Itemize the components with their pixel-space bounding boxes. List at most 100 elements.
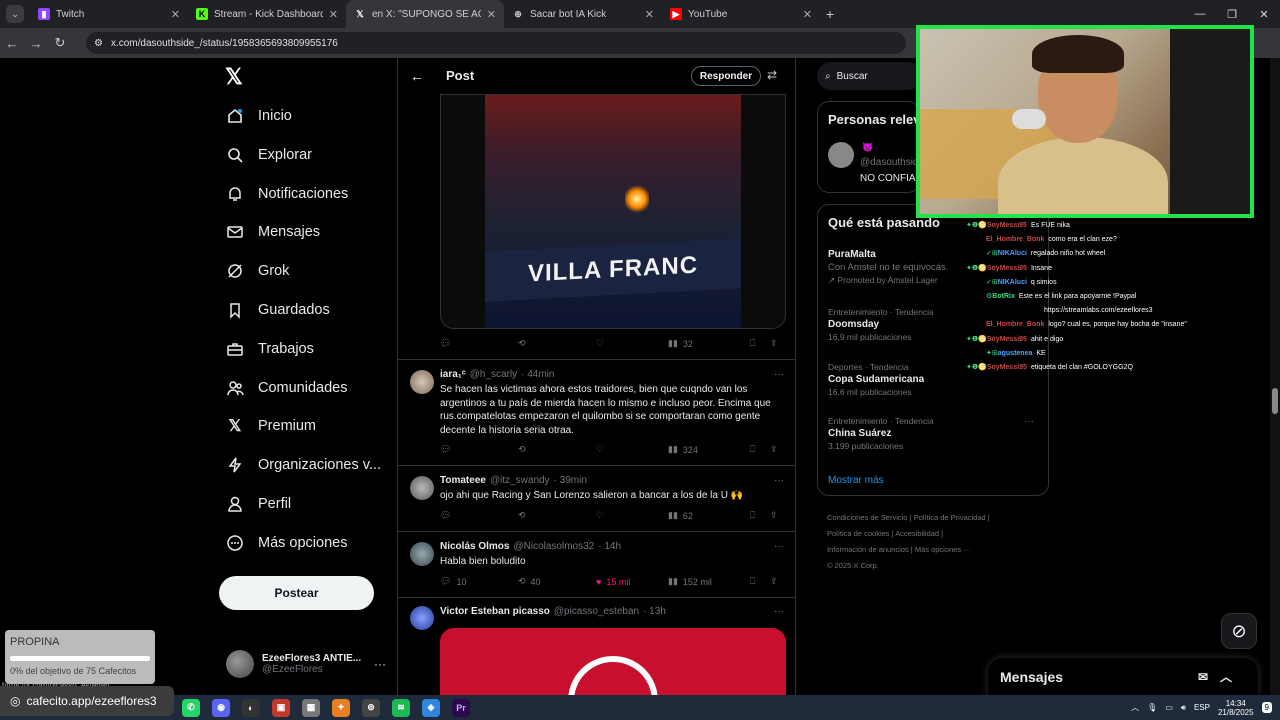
like-action[interactable]: ♡ [596, 338, 668, 349]
filter-icon[interactable]: ⇄ [767, 68, 777, 82]
share-icon[interactable]: ⇪ [770, 338, 778, 349]
show-more-link[interactable]: Mostrar más [828, 475, 884, 486]
url-field[interactable]: ⚙ x.com/dasouthside_/status/195836569380… [86, 32, 906, 54]
nav-item-comunidades[interactable]: Comunidades [226, 375, 347, 401]
notification-badge[interactable]: 9 [1261, 702, 1272, 713]
share-icon[interactable]: ⇪ [770, 444, 778, 455]
bookmark-icon[interactable]: ⎕ [750, 510, 770, 521]
nav-item-guardados[interactable]: Guardados [226, 297, 330, 323]
bookmark-icon[interactable]: ⎕ [750, 576, 770, 587]
compose-and-collapse-icons[interactable]: ✉︎︿ [1198, 668, 1244, 685]
close-icon[interactable]: ✕ [487, 8, 496, 21]
nav-item-inicio[interactable]: Inicio [226, 103, 292, 129]
nav-item-notificaciones[interactable]: Notificaciones [226, 181, 348, 207]
close-window-icon[interactable]: ✕ [1248, 8, 1280, 21]
tab-x-post[interactable]: 𝕏 en X: "SUPONGO SE ACABÓ ✕ [346, 0, 504, 28]
reply-action[interactable]: 💬︎ [440, 444, 518, 455]
account-switcher[interactable]: EzeeFlores3 ANTIE... @EzeeFlores ··· [226, 648, 386, 680]
spotify-icon[interactable]: ≋ [392, 698, 410, 717]
profile-handle[interactable]: @dasouthside [860, 157, 919, 168]
views-action[interactable]: ▮▮ 32 [668, 338, 750, 349]
tab-search-icon[interactable]: ⌄ [6, 5, 24, 23]
more-icon[interactable]: ··· [774, 369, 784, 380]
repost-action[interactable]: ⟲ [518, 510, 596, 521]
more-icon[interactable]: ··· [374, 657, 386, 671]
nav-item-premium[interactable]: 𝕏 Premium [226, 413, 316, 439]
tab-kick-dashboard[interactable]: K Stream - Kick Dashboard ✕ [188, 0, 346, 28]
nav-item-mensajes[interactable]: Mensajes [226, 219, 320, 245]
close-icon[interactable]: ✕ [803, 8, 812, 21]
more-icon[interactable]: ··· [1024, 416, 1034, 427]
footer-line[interactable]: Condiciones de Servicio | Política de Pr… [827, 510, 1037, 526]
tweet-image[interactable] [440, 628, 786, 695]
bookmark-icon[interactable]: ⎕ [750, 444, 770, 455]
language-indicator[interactable]: ESP [1194, 703, 1210, 712]
avatar[interactable] [828, 142, 854, 168]
reply-tweet[interactable]: Nicolás Olmos @Nicolasolmos32 · 14h ··· Ha… [398, 531, 795, 597]
views-action[interactable]: ▮▮ 62 [668, 510, 750, 521]
reply-action[interactable]: 💬︎ 10 [440, 576, 518, 587]
reload-icon[interactable]: ↻ [48, 35, 72, 51]
back-arrow-icon[interactable]: ← [410, 68, 426, 84]
nav-item-grok[interactable]: Grok [226, 258, 289, 284]
reply-button[interactable]: Responder [691, 66, 761, 86]
close-icon[interactable]: ✕ [329, 8, 338, 21]
network-icon[interactable]: ▭ [1165, 703, 1173, 712]
post-button[interactable]: Postear [219, 576, 374, 610]
app-icon[interactable]: ⊚ [362, 698, 380, 717]
restore-icon[interactable]: ❐ [1216, 8, 1248, 21]
clock[interactable]: 14:34 21/8/2025 [1218, 699, 1254, 717]
reply-action[interactable]: 💬︎ [440, 510, 518, 521]
nav-item-organizaciones[interactable]: Organizaciones v... [226, 452, 381, 478]
post-video[interactable]: VILLA FRANC [440, 94, 786, 329]
volume-icon[interactable]: 🔊︎ [1181, 703, 1186, 713]
close-icon[interactable]: ✕ [645, 8, 654, 21]
tab-sacar-bot[interactable]: ⊕ Sacar bot IA Kick ✕ [504, 0, 662, 28]
premiere-icon[interactable]: Pr [452, 698, 470, 717]
app-icon[interactable]: ✦ [332, 698, 350, 717]
reply-tweet[interactable]: iara₁ᶜ @h_scarly · 44min ··· Se hacen las … [398, 359, 795, 465]
trend-item[interactable]: Entretenimiento · Tendencia ··· China Su… [828, 416, 1038, 451]
nav-item-explorar[interactable]: Explorar [226, 142, 312, 168]
forward-arrow-icon[interactable]: → [24, 36, 48, 51]
scrollbar-thumb[interactable] [1272, 388, 1278, 414]
mic-icon[interactable]: 🎙︎ [1147, 703, 1157, 712]
more-icon[interactable]: ··· [774, 475, 784, 486]
page-scrollbar[interactable] [1270, 58, 1280, 695]
whatsapp-icon[interactable]: ✆ [182, 698, 200, 717]
app-icon[interactable]: ◈ [422, 698, 440, 717]
views-action[interactable]: ▮▮ 324 [668, 444, 750, 455]
app-icon[interactable]: ▦ [302, 698, 320, 717]
x-logo-icon[interactable]: 𝕏 [225, 64, 247, 89]
repost-action[interactable]: ⟲ [518, 338, 596, 349]
tab-twitch[interactable]: ▮ Twitch ✕ [30, 0, 188, 28]
close-icon[interactable]: ✕ [171, 8, 180, 21]
tab-youtube[interactable]: ▶ YouTube ✕ [662, 0, 820, 28]
nav-item-perfil[interactable]: Perfil [226, 491, 291, 517]
new-tab-button[interactable]: + [820, 6, 840, 22]
app-icon[interactable]: ▣ [272, 698, 290, 717]
share-icon[interactable]: ⇪ [770, 510, 778, 521]
repost-action[interactable]: ⟲ [518, 444, 596, 455]
minimize-icon[interactable]: — [1184, 8, 1216, 20]
footer-line[interactable]: Política de cookies | Accesibilidad | [827, 526, 1037, 542]
reply-action[interactable]: 💬︎ [440, 338, 518, 349]
footer-line[interactable]: Información de anuncios | Más opciones ·… [827, 542, 1037, 558]
repost-action[interactable]: ⟲ 40 [518, 576, 596, 587]
site-info-icon[interactable]: ⚙ [94, 38, 103, 49]
nav-item-trabajos[interactable]: Trabajos [226, 336, 314, 362]
search-input[interactable]: ⌕ Buscar [817, 62, 922, 90]
back-arrow-icon[interactable]: ← [0, 36, 24, 51]
grok-icon[interactable]: ⊘ [1221, 613, 1257, 649]
reply-tweet[interactable]: Tomateee @itz_swandy · 39min ··· ojo ahi q… [398, 465, 795, 531]
share-icon[interactable]: ⇪ [770, 576, 778, 587]
like-action[interactable]: ♡ [596, 444, 668, 455]
more-icon[interactable]: ··· [774, 606, 784, 617]
obs-icon[interactable]: ◐ [242, 698, 260, 717]
more-icon[interactable]: ··· [774, 541, 784, 552]
like-action[interactable]: ♡ [596, 510, 668, 521]
bookmark-icon[interactable]: ⎕ [750, 338, 770, 349]
views-action[interactable]: ▮▮ 152 mil [668, 576, 750, 587]
discord-icon[interactable]: ◉ [212, 698, 230, 717]
messages-drawer[interactable]: Mensajes ✉︎︿ [988, 658, 1258, 696]
